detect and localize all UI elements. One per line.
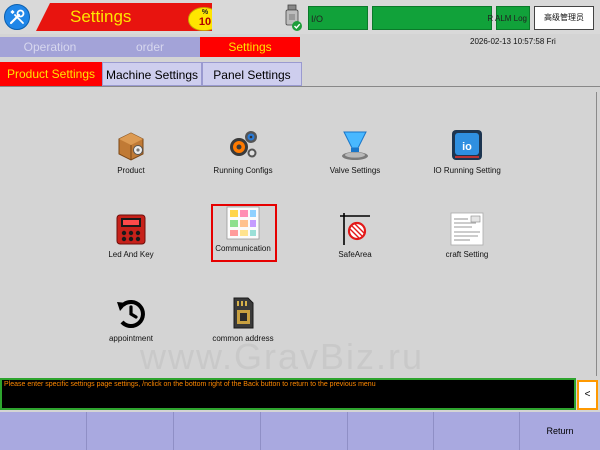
memory-card-icon — [233, 297, 254, 329]
header-bar: Settings % 10 I/O R ALM Log 高级管理员 — [0, 0, 600, 34]
footer-slot-5[interactable] — [348, 412, 434, 450]
wrench-screwdriver-icon — [9, 9, 25, 25]
return-button[interactable]: Return — [520, 412, 600, 450]
product-box-icon — [118, 132, 144, 161]
alarm-log-label: R ALM Log — [487, 14, 527, 23]
message-bar: Please enter specific settings page sett… — [0, 378, 576, 410]
footer-slot-4[interactable] — [261, 412, 348, 450]
tile-valve-settings[interactable]: Valve Settings — [323, 126, 387, 184]
io-status-label: I/O — [311, 14, 324, 24]
title-banner: Settings % 10 — [36, 3, 212, 31]
tile-appointment[interactable]: appointment — [99, 294, 163, 352]
tile-common-address-label: common address — [212, 334, 274, 343]
alarm-log-box[interactable]: R ALM Log — [487, 6, 530, 30]
tile-communication[interactable]: Communication — [211, 204, 277, 262]
tile-safe-area[interactable]: SafeArea — [323, 210, 387, 268]
tab-product-settings[interactable]: Product Settings — [0, 62, 102, 86]
tile-appointment-label: appointment — [108, 334, 154, 343]
alarm-clock-badge: % 10 — [188, 7, 212, 31]
io-status-box[interactable]: I/O — [308, 6, 368, 30]
footer-slot-3[interactable] — [174, 412, 261, 450]
tile-led-and-key-label: Led And Key — [108, 250, 154, 259]
status-message: Please enter specific settings page sett… — [4, 381, 376, 388]
tile-led-and-key[interactable]: Led And Key — [99, 210, 163, 268]
tile-communication-label: Communication — [215, 244, 271, 253]
tab-panel-settings[interactable]: Panel Settings — [202, 62, 302, 86]
tile-io-running-setting-label: IO Running Setting — [433, 166, 501, 175]
svg-text:io: io — [462, 141, 472, 153]
footer-slot-2[interactable] — [87, 412, 174, 450]
tile-common-address[interactable]: common address — [211, 294, 275, 352]
datetime-readout: 2026-02-13 10:57:58 Fri — [470, 37, 556, 46]
scrollbar-track — [596, 92, 597, 376]
tools-button[interactable] — [4, 4, 30, 30]
user-role-button[interactable]: 高级管理员 — [534, 6, 594, 30]
tile-craft-setting-label: craft Setting — [445, 250, 489, 259]
control-panel-icon — [116, 214, 146, 245]
footer-slot-1[interactable] — [0, 412, 87, 450]
tile-running-configs-label: Running Configs — [213, 166, 273, 175]
tile-product[interactable]: Product — [99, 126, 163, 184]
footer-button-bar: Return — [0, 412, 600, 450]
tab-operation[interactable]: Operation — [0, 37, 100, 57]
page-title: Settings — [70, 7, 132, 26]
craft-drawing-icon — [450, 212, 484, 246]
tile-safe-area-label: SafeArea — [338, 250, 372, 259]
safe-area-icon — [340, 213, 370, 245]
history-clock-icon — [117, 300, 145, 328]
communication-diagram-icon — [226, 206, 260, 240]
settings-sub-tab-bar: Product Settings Machine Settings Panel … — [0, 58, 600, 87]
tile-valve-settings-label: Valve Settings — [329, 166, 381, 175]
tab-order[interactable]: order — [100, 37, 200, 57]
tile-product-label: Product — [117, 166, 145, 175]
tile-craft-setting[interactable]: craft Setting — [435, 210, 499, 268]
usb-drive-icon — [285, 4, 302, 31]
back-button[interactable]: < — [577, 380, 598, 410]
valve-nozzle-icon — [342, 131, 368, 160]
machine-status-box — [372, 6, 492, 30]
tab-machine-settings[interactable]: Machine Settings — [102, 62, 202, 86]
clock-value: 10 — [198, 16, 212, 28]
gears-icon — [230, 131, 257, 158]
footer-slot-6[interactable] — [434, 412, 520, 450]
tab-settings[interactable]: Settings — [200, 37, 300, 57]
io-module-icon: io — [452, 130, 482, 160]
tile-running-configs[interactable]: Running Configs — [211, 126, 275, 184]
tile-io-running-setting[interactable]: io IO Running Setting — [433, 126, 501, 184]
